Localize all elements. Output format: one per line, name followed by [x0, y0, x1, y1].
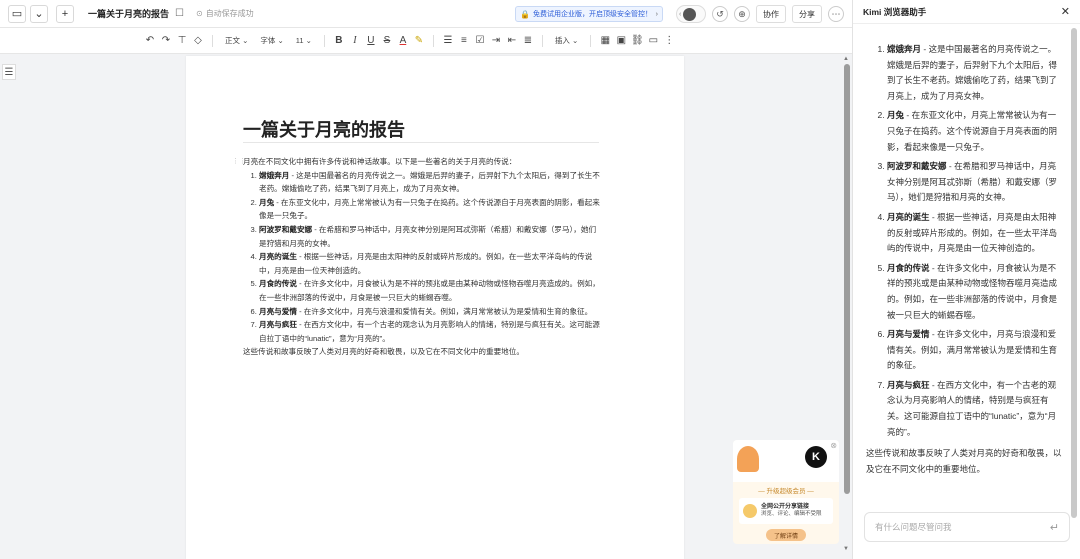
- k-logo-icon: K: [805, 446, 827, 468]
- autosave-label: 自动保存成功: [205, 9, 254, 18]
- doc-conclusion: 这些传说和故事反映了人类对月亮的好奇和敬畏，以及它在不同文化中的重要地位。: [243, 347, 524, 357]
- strikethrough-icon[interactable]: S: [379, 35, 395, 46]
- ad-card-title: 全网公开分享链接: [761, 504, 810, 510]
- kimi-header: Kimi 浏览器助手 ✕: [853, 0, 1080, 24]
- learn-more-button[interactable]: 了解详情: [766, 529, 806, 541]
- top-bar: ▭ ⌄ + 一篇关于月亮的报告 ☐ ⊙ 自动保存成功 🔒 免费试用企业版，开启顶级…: [0, 0, 852, 28]
- clear-format-icon[interactable]: ◇: [190, 35, 206, 46]
- list-item: 月食的传说 - 在许多文化中，月食被认为是不祥的预兆或是由某种动物或怪物吞噬月亮…: [259, 277, 603, 304]
- format-toolbar: ↶ ↷ ⊤ ◇ 正文 ⌄ 字体 ⌄ 11 ⌄ B I U S A ✎ ☰ ≡ ☑…: [0, 28, 852, 54]
- list-item: 月亮与爱情 - 在许多文化中，月亮与浪漫和爱情有关。例如，满月常常被认为是爱情和…: [259, 305, 603, 319]
- kimi-input[interactable]: 有什么问题尽管问我 ↵: [864, 512, 1070, 542]
- banner-text: 免费试用企业版，开启顶级安全管控！: [532, 11, 652, 18]
- ad-card: 全网公开分享链接 浏览、评论、编辑不受限: [739, 498, 833, 524]
- ordered-list-icon[interactable]: ☰: [440, 35, 456, 46]
- divider: [243, 142, 599, 143]
- list-item: 月食的传说 - 在许多文化中，月食被认为是不祥的预兆或是由某种动物或怪物吞噬月亮…: [887, 261, 1064, 323]
- kimi-list: 嫦娥奔月 - 这是中国最著名的月亮传说之一。嫦娥是后羿的妻子，后羿射下九个太阳后…: [866, 42, 1064, 440]
- ad-illustration: [737, 446, 759, 472]
- doc-title[interactable]: 一篇关于月亮的报告: [88, 7, 169, 20]
- ad-card-sub: 浏览、评论、编辑不受限: [761, 511, 822, 517]
- undo-icon[interactable]: ↶: [142, 35, 158, 46]
- list-item: 月亮的诞生 - 根据一些神话，月亮是由太阳神的反射或碎片形成的。例如，在一些太平…: [259, 250, 603, 277]
- enter-icon[interactable]: ↵: [1050, 521, 1059, 534]
- chevron-left-icon: ‹: [679, 10, 682, 18]
- style-select[interactable]: 正文 ⌄: [219, 35, 254, 46]
- collaborate-button[interactable]: 协作: [756, 5, 786, 23]
- scroll-up-icon[interactable]: ▲: [843, 56, 849, 62]
- coin-icon: [743, 504, 757, 518]
- doc-heading[interactable]: 一篇关于月亮的报告: [243, 116, 405, 142]
- italic-icon[interactable]: I: [347, 35, 363, 46]
- input-placeholder: 有什么问题尽管问我: [875, 522, 952, 532]
- menu-button[interactable]: ▭: [8, 4, 26, 23]
- list-item: 阿波罗和戴安娜 - 在希腊和罗马神话中，月亮女神分别是阿耳忒弥斯（希腊）和戴安娜…: [259, 223, 603, 250]
- new-doc-button[interactable]: +: [56, 4, 74, 23]
- list-item: 月亮与疯狂 - 在西方文化中，有一个古老的观念认为月亮影响人的情绪，特别是与疯狂…: [259, 318, 603, 345]
- more-icon[interactable]: ⋯: [828, 6, 844, 22]
- image-icon[interactable]: ▣: [613, 35, 629, 46]
- list-item: 月兔 - 在东亚文化中，月亮上常常被认为有一只兔子在捣药。这个传说源自于月亮表面…: [259, 196, 603, 223]
- indent-icon[interactable]: ⇥: [488, 35, 504, 46]
- scroll-down-icon[interactable]: ▼: [843, 546, 849, 552]
- comment-icon[interactable]: ▭: [645, 35, 661, 46]
- close-icon[interactable]: ⊗: [830, 441, 837, 450]
- history-icon[interactable]: ↺: [712, 6, 728, 22]
- avatar: [683, 7, 697, 21]
- check-circle-icon: ⊙: [195, 9, 203, 18]
- bold-icon[interactable]: B: [331, 35, 347, 46]
- more-format-icon[interactable]: ⋮: [661, 35, 677, 46]
- ad-banner: K ⊗: [733, 440, 839, 482]
- font-select[interactable]: 字体 ⌄: [254, 35, 289, 46]
- document-page[interactable]: 一篇关于月亮的报告 ⋮⋮ 月亮在不同文化中拥有许多传说和神话故事。以下是一些著名…: [186, 56, 684, 559]
- doc-list: 嫦娥奔月 - 这是中国最著名的月亮传说之一。嫦娥是后羿的妻子，后羿射下九个太阳后…: [243, 169, 603, 346]
- size-select[interactable]: 11 ⌄: [290, 36, 318, 45]
- lock-icon: 🔒: [520, 9, 530, 19]
- link-icon[interactable]: ⛓: [629, 35, 645, 46]
- insert-menu[interactable]: 插入 ⌄: [549, 35, 584, 46]
- list-item: 嫦娥奔月 - 这是中国最著名的月亮传说之一。嫦娥是后羿的妻子，后羿射下九个太阳后…: [887, 42, 1064, 104]
- document-scrollbar[interactable]: [844, 64, 850, 494]
- underline-icon[interactable]: U: [363, 35, 379, 46]
- doc-intro: 月亮在不同文化中拥有许多传说和神话故事。以下是一些著名的关于月亮的传说：: [243, 157, 517, 166]
- share-button[interactable]: 分享: [792, 5, 822, 23]
- bookmark-icon[interactable]: ☐: [175, 8, 184, 19]
- list-item: 阿波罗和戴安娜 - 在希腊和罗马神话中，月亮女神分别是阿耳忒弥斯（希腊）和戴安娜…: [887, 159, 1064, 206]
- list-item: 嫦娥奔月 - 这是中国最著名的月亮传说之一。嫦娥是后羿的妻子，后羿射下九个太阳后…: [259, 169, 603, 196]
- ad-title: — 升级超级会员 —: [758, 488, 814, 495]
- list-item: 月亮的诞生 - 根据一些神话，月亮是由太阳神的反射或碎片形成的。例如，在一些太平…: [887, 210, 1064, 257]
- font-color-icon[interactable]: A: [395, 35, 411, 46]
- format-painter-icon[interactable]: ⊤: [174, 35, 190, 46]
- kimi-title: Kimi 浏览器助手: [863, 6, 927, 17]
- list-item: 月兔 - 在东亚文化中，月亮上常常被认为有一只兔子在捣药。这个传说源自于月亮表面…: [887, 108, 1064, 155]
- table-icon[interactable]: ▦: [597, 35, 613, 46]
- chevron-right-icon: ›: [655, 10, 658, 18]
- plus-icon: +: [61, 7, 69, 20]
- chevron-down-icon: ⌄: [34, 8, 44, 20]
- close-icon[interactable]: ✕: [1061, 5, 1070, 18]
- collaborators[interactable]: ‹: [676, 5, 706, 23]
- list-item: 月亮与爱情 - 在许多文化中，月亮与浪漫和爱情有关。例如，满月常常被认为是爱情和…: [887, 327, 1064, 374]
- promo-ad[interactable]: K ⊗ — 升级超级会员 — 全网公开分享链接 浏览、评论、编辑不受限 了解详情: [733, 440, 839, 544]
- highlight-icon[interactable]: ✎: [411, 35, 427, 46]
- autosave-status: ⊙ 自动保存成功: [196, 8, 254, 19]
- enterprise-banner[interactable]: 🔒 免费试用企业版，开启顶级安全管控！ ›: [515, 6, 663, 22]
- checklist-icon[interactable]: ☑: [472, 35, 488, 46]
- location-icon[interactable]: ⊕: [734, 6, 750, 22]
- outline-icon[interactable]: ☰: [2, 64, 16, 80]
- kimi-response: 嫦娥奔月 - 这是中国最著名的月亮传说之一。嫦娥是后羿的妻子，后羿射下九个太阳后…: [866, 42, 1064, 477]
- align-icon[interactable]: ≣: [520, 35, 536, 46]
- dropdown-button[interactable]: ⌄: [30, 4, 48, 23]
- kimi-scrollbar[interactable]: [1071, 28, 1077, 518]
- kimi-conclusion: 这些传说和故事反映了人类对月亮的好奇和敬畏，以及它在不同文化中的重要地位。: [866, 448, 1062, 474]
- doc-body[interactable]: 月亮在不同文化中拥有许多传说和神话故事。以下是一些著名的关于月亮的传说： 嫦娥奔…: [243, 155, 603, 359]
- list-item: 月亮与疯狂 - 在西方文化中，有一个古老的观念认为月亮影响人的情绪，特别是与疯狂…: [887, 378, 1064, 440]
- bullet-list-icon[interactable]: ≡: [456, 35, 472, 46]
- redo-icon[interactable]: ↷: [158, 35, 174, 46]
- kimi-panel: Kimi 浏览器助手 ✕ 嫦娥奔月 - 这是中国最著名的月亮传说之一。嫦娥是后羿…: [852, 0, 1080, 559]
- outdent-icon[interactable]: ⇤: [504, 35, 520, 46]
